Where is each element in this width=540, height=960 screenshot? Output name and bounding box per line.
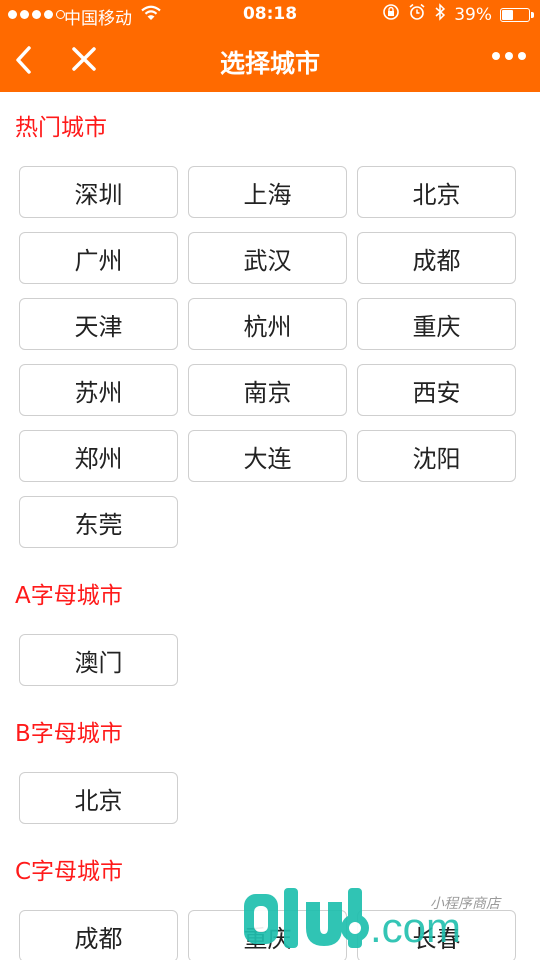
section-title: A字母城市 bbox=[15, 583, 123, 609]
section-title: B字母城市 bbox=[15, 721, 123, 747]
battery-level-fill bbox=[502, 9, 513, 20]
city-button[interactable]: 大连 bbox=[188, 430, 347, 482]
city-button[interactable]: 武汉 bbox=[188, 232, 347, 284]
city-button[interactable]: 北京 bbox=[357, 166, 516, 218]
city-button[interactable]: 成都 bbox=[19, 910, 178, 960]
more-dot-icon bbox=[492, 52, 500, 60]
city-button[interactable]: 长春 bbox=[357, 910, 516, 960]
city-button[interactable]: 西安 bbox=[357, 364, 516, 416]
section-title: C字母城市 bbox=[15, 859, 124, 885]
city-button[interactable]: 沈阳 bbox=[357, 430, 516, 482]
city-button[interactable]: 苏州 bbox=[19, 364, 178, 416]
city-button[interactable]: 广州 bbox=[19, 232, 178, 284]
city-button[interactable]: 天津 bbox=[19, 298, 178, 350]
status-right-group: 39% bbox=[382, 3, 534, 26]
city-button[interactable]: 南京 bbox=[188, 364, 347, 416]
orientation-lock-icon bbox=[382, 3, 400, 26]
city-grid: 北京 bbox=[0, 752, 540, 836]
city-grid: 成都 重庆 长春 bbox=[0, 890, 540, 960]
city-grid: 深圳 上海 北京广州 武汉 成都天津 杭州 重庆苏州 南京 西安郑州 大连 沈阳东莞 bbox=[0, 146, 540, 560]
page-title: 选择城市 bbox=[219, 49, 320, 78]
city-button[interactable]: 深圳 bbox=[19, 166, 178, 218]
battery-percent: 39% bbox=[454, 4, 492, 25]
city-button[interactable]: 重庆 bbox=[357, 298, 516, 350]
section-title: 热门城市 bbox=[15, 115, 107, 141]
city-button[interactable]: 重庆 bbox=[188, 910, 347, 960]
app-header: 中国移动 08:18 39% 选择城市 bbox=[0, 0, 540, 92]
status-bar: 中国移动 08:18 39% bbox=[0, 0, 540, 30]
more-dot-icon bbox=[505, 52, 513, 60]
battery-icon bbox=[500, 7, 534, 22]
city-grid: 澳门 bbox=[0, 614, 540, 698]
city-button[interactable]: 东莞 bbox=[19, 496, 178, 548]
more-options-button[interactable] bbox=[492, 52, 526, 60]
alarm-icon bbox=[408, 3, 426, 26]
more-dot-icon bbox=[518, 52, 526, 60]
bluetooth-icon bbox=[434, 3, 446, 26]
city-button[interactable]: 上海 bbox=[188, 166, 347, 218]
navigation-bar: 选择城市 bbox=[0, 30, 540, 92]
city-button[interactable]: 北京 bbox=[19, 772, 178, 824]
city-button[interactable]: 澳门 bbox=[19, 634, 178, 686]
city-button[interactable]: 郑州 bbox=[19, 430, 178, 482]
city-list[interactable]: 热门城市 深圳 上海 北京 广州 武汉 成都 天津 杭州 重庆 苏州 南京 西安 郑州 大连 沈阳 东莞 A字母城… bbox=[0, 92, 540, 960]
city-button[interactable]: 杭州 bbox=[188, 298, 347, 350]
city-button[interactable]: 成都 bbox=[357, 232, 516, 284]
